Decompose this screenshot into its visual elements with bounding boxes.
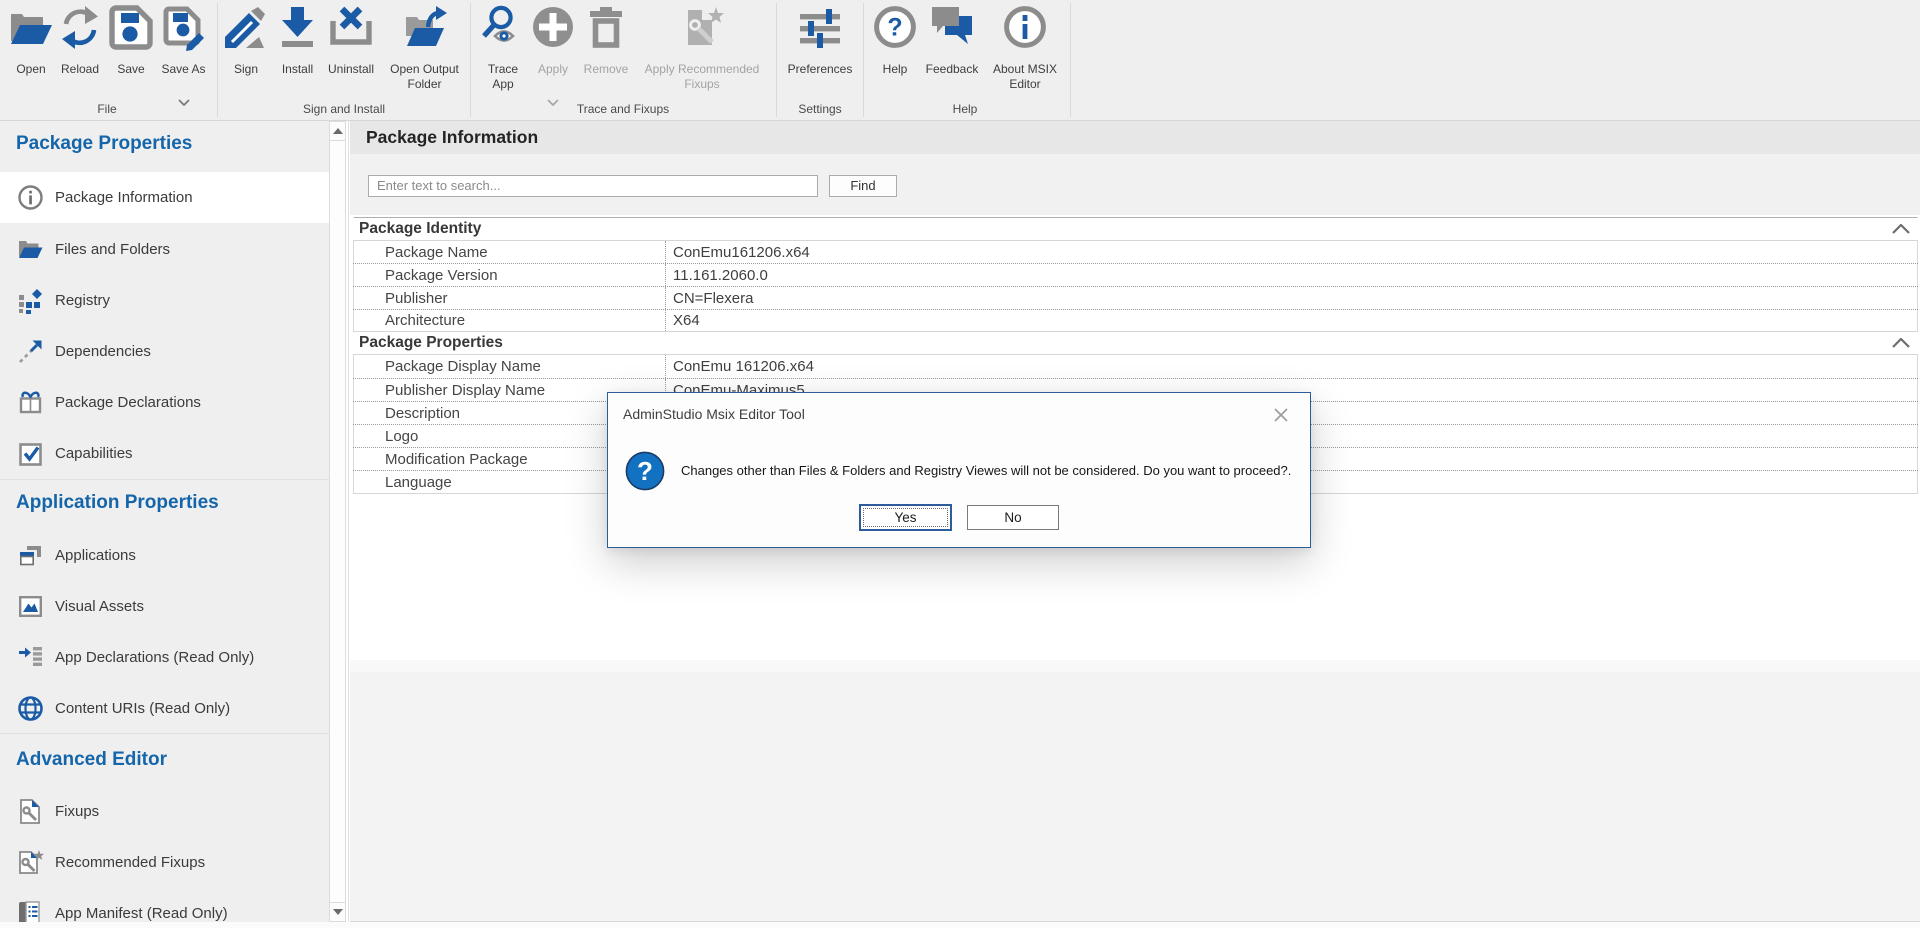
svg-text:?: ? — [887, 14, 902, 42]
svg-text:?: ? — [637, 456, 653, 486]
